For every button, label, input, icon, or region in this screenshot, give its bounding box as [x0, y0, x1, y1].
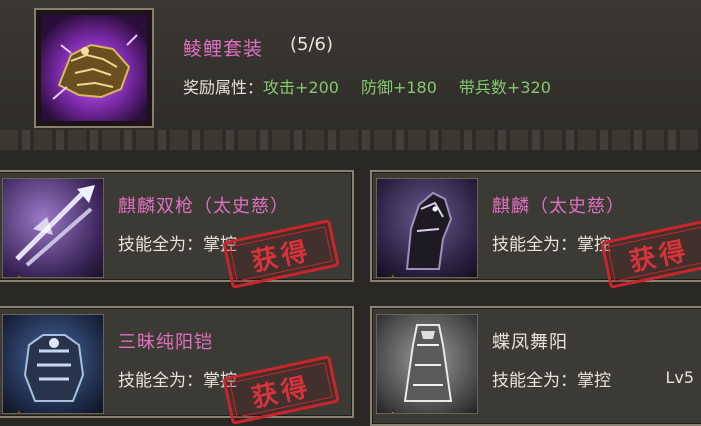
star-icon — [17, 273, 21, 277]
item-skill-text: 技能全为：掌控 — [492, 371, 611, 391]
obtained-stamp: 获得 — [222, 355, 340, 425]
banner-icon — [403, 324, 453, 402]
item-card-dress[interactable]: 蝶凤舞阳 技能全为：掌控 Lv5 — [370, 306, 701, 426]
star-icon — [17, 409, 21, 413]
twin-spear-icon — [15, 185, 95, 267]
set-bonus-attributes: 奖励属性：攻击+200 防御+180 带兵数+320 — [183, 74, 573, 98]
obtained-stamp: 获得 — [222, 219, 340, 289]
item-portrait — [376, 314, 478, 414]
item-portrait — [376, 178, 478, 278]
item-card-armor[interactable]: 三昧纯阳铠 技能全为：掌控 获得 — [0, 306, 354, 425]
star-icon — [391, 273, 395, 277]
star-icon — [391, 409, 395, 413]
armor-set-icon — [41, 15, 147, 121]
item-portrait — [2, 314, 104, 414]
item-name: 三昧纯阳铠 — [118, 332, 213, 353]
item-name: 麒麟（太史慈） — [492, 196, 625, 217]
item-skill-text: 技能全为：掌控 — [492, 235, 611, 255]
item-level: Lv5 — [665, 368, 694, 387]
defense-bonus: 防御+180 — [360, 78, 437, 97]
item-skill-text: 技能全为：掌控 — [118, 235, 237, 255]
armor-icon — [23, 334, 85, 402]
item-card-qilin[interactable]: 麒麟（太史慈） 技能全为：掌控 获得 — [370, 170, 701, 289]
item-name: 蝶凤舞阳 — [492, 332, 568, 353]
item-card-twin-spears[interactable]: 麒麟双枪（太史慈） 技能全为：掌控 获得 — [0, 170, 354, 289]
item-name: 麒麟双枪（太史慈） — [118, 196, 289, 217]
set-progress: (5/6) — [290, 34, 334, 55]
item-skill-text: 技能全为：掌控 — [118, 371, 237, 391]
troop-bonus: 带兵数+320 — [458, 78, 551, 97]
obtained-stamp: 获得 — [600, 219, 701, 289]
set-icon-frame[interactable] — [34, 8, 154, 128]
qilin-horse-icon — [405, 191, 453, 270]
attack-bonus: 攻击+200 — [263, 78, 339, 97]
set-name: 鲮鲤套装 — [183, 38, 264, 60]
item-portrait — [2, 178, 104, 278]
attr-label: 奖励属性： — [183, 78, 264, 97]
ornament-divider — [0, 130, 701, 150]
